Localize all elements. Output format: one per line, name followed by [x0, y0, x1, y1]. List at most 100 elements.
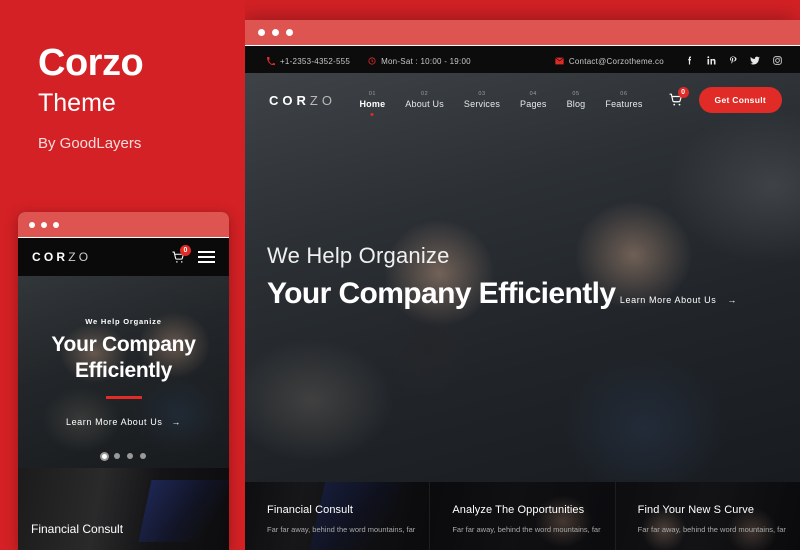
mobile-hero-eyebrow: We Help Organize [85, 317, 162, 327]
feature-card[interactable]: Financial Consult Far far away, behind t… [245, 482, 431, 550]
mobile-logo-bold: COR [32, 250, 69, 264]
card-text: Far far away, behind the word mountains,… [637, 525, 786, 534]
mobile-titlebar [18, 212, 229, 238]
page-subtitle: Theme [38, 88, 116, 117]
instagram-icon[interactable] [773, 55, 782, 67]
mobile-header-icons: 0 [172, 244, 215, 264]
pinterest-icon[interactable] [729, 56, 737, 67]
nav-item-about-us[interactable]: 02 About Us [405, 91, 444, 109]
nav-item-home[interactable]: 01 Home [359, 91, 385, 109]
twitter-icon[interactable] [750, 56, 760, 67]
mobile-hero-cta-label: Learn More About Us [65, 416, 163, 427]
mobile-logo-light: ZO [68, 250, 92, 264]
mobile-hero-cta-link[interactable]: Learn More About Us → [66, 417, 181, 427]
navbar-actions: 0 Get Consult [669, 87, 782, 113]
cart-count-badge: 0 [677, 87, 689, 98]
primary-navigation: 01 Home 02 About Us 03 Services 04 Pages… [359, 91, 642, 109]
mobile-hero-headline-line2: Efficiently [74, 359, 173, 382]
topbar-hours-text: Mon-Sat : 10:00 - 19:00 [381, 56, 471, 66]
site-logo-bold: COR [269, 92, 310, 108]
site-logo-light: ZO [309, 92, 336, 108]
mobile-logo[interactable]: CORZO [32, 250, 91, 264]
hamburger-line [198, 251, 215, 253]
hero-cta-label: Learn More About Us [619, 295, 717, 306]
card-body: Find Your New S Curve Far far away, behi… [638, 504, 786, 536]
mobile-card-flag-graphic [138, 480, 229, 542]
arrow-right-icon: → [727, 295, 737, 306]
hero-headline-text: Your Company Efficiently [267, 277, 616, 311]
linkedin-icon[interactable] [707, 55, 716, 67]
page-author: By GoodLayers [38, 135, 142, 153]
window-minimize-dot-icon [41, 221, 47, 228]
mobile-carousel-dot-2[interactable] [113, 453, 120, 459]
nav-item-number: 01 [368, 91, 377, 97]
phone-icon [267, 57, 275, 65]
window-close-dot-icon[interactable] [258, 29, 265, 36]
hero-headline: Your Company Efficiently [267, 276, 616, 313]
site-navbar: CORZO 01 Home 02 About Us 03 Services 04… [245, 76, 800, 124]
topbar-social-links [686, 55, 782, 67]
left-promo-panel: Corzo Theme By GoodLayers CORZO 0 We Hel… [0, 0, 245, 550]
mobile-hero-content: We Help Organize Your Company Efficientl… [18, 276, 229, 468]
nav-item-features[interactable]: 06 Features [605, 91, 642, 109]
nav-item-services[interactable]: 03 Services [464, 91, 500, 109]
window-minimize-dot-icon[interactable] [272, 29, 279, 36]
mobile-preview-mockup: CORZO 0 We Help Organize Your Company Ef… [18, 212, 229, 550]
card-text: Far far away, behind the word mountains,… [452, 525, 601, 534]
window-maximize-dot-icon[interactable] [286, 29, 293, 36]
mobile-cart-count-badge: 0 [180, 244, 191, 256]
feature-card[interactable]: Find Your New S Curve Far far away, behi… [615, 482, 800, 550]
card-title: Analyze The Opportunities [452, 504, 585, 516]
feature-card[interactable]: Analyze The Opportunities Far far away, … [430, 482, 616, 550]
cart-button[interactable]: 0 [669, 87, 689, 107]
mobile-hero-divider [105, 395, 142, 399]
card-title: Find Your New S Curve [637, 504, 755, 516]
topbar-phone-text: +1-2353-4352-555 [280, 56, 351, 66]
clock-icon [368, 57, 376, 65]
nav-item-blog[interactable]: 05 Blog [567, 91, 586, 109]
card-body: Financial Consult Far far away, behind t… [267, 504, 415, 536]
nav-item-label: Features [605, 99, 643, 109]
nav-item-number: 05 [572, 91, 580, 97]
hamburger-line [198, 256, 215, 258]
brand-block: Corzo Theme By GoodLayers [38, 42, 144, 153]
mobile-carousel-dots [18, 453, 229, 459]
page-title: Corzo [38, 42, 144, 84]
nav-item-number: 04 [529, 91, 537, 97]
topbar-email-text: Contact@Corzotheme.co [568, 56, 664, 66]
mobile-carousel-dot-4[interactable] [139, 453, 146, 459]
mobile-menu-icon[interactable] [198, 251, 215, 263]
card-text: Far far away, behind the word mountains,… [267, 525, 416, 534]
nav-item-label: Services [463, 99, 501, 109]
envelope-icon [554, 57, 564, 65]
topbar-email[interactable]: Contact@Corzotheme.co [554, 56, 664, 66]
mobile-carousel-dot-1[interactable] [101, 453, 107, 459]
nav-item-label: Blog [566, 99, 586, 109]
nav-item-pages[interactable]: 04 Pages [520, 91, 547, 109]
nav-item-label: Pages [520, 99, 547, 109]
window-close-dot-icon [29, 221, 35, 228]
nav-item-number: 02 [420, 91, 429, 97]
topbar-phone[interactable]: +1-2353-4352-555 [267, 57, 350, 66]
browser-titlebar [245, 20, 800, 46]
card-body: Analyze The Opportunities Far far away, … [452, 504, 600, 536]
mobile-cart-button[interactable]: 0 [172, 244, 191, 264]
site-logo[interactable]: CORZO [269, 93, 336, 108]
mobile-carousel-dot-3[interactable] [126, 453, 133, 459]
mobile-hero-headline-line1: Your Company [51, 333, 196, 357]
nav-item-number: 03 [478, 91, 486, 97]
arrow-right-icon: → [171, 416, 182, 427]
mobile-card-title: Financial Consult [31, 522, 124, 536]
nav-item-label: About Us [405, 99, 444, 109]
hero-cta-link[interactable]: Learn More About Us → [620, 295, 737, 305]
hero-content: We Help Organize Your Company Efficientl… [267, 243, 760, 313]
mobile-card-section: Financial Consult [18, 468, 229, 550]
facebook-icon[interactable] [686, 56, 694, 67]
mobile-site-header: CORZO 0 [18, 238, 229, 276]
site-topbar: +1-2353-4352-555 Mon-Sat : 10:00 - 19:00… [245, 46, 800, 76]
card-title: Financial Consult [267, 504, 354, 516]
feature-cards-row: Financial Consult Far far away, behind t… [245, 482, 800, 550]
get-consult-button[interactable]: Get Consult [698, 87, 782, 113]
mobile-hero-section: We Help Organize Your Company Efficientl… [18, 276, 229, 468]
hamburger-line [198, 261, 215, 263]
